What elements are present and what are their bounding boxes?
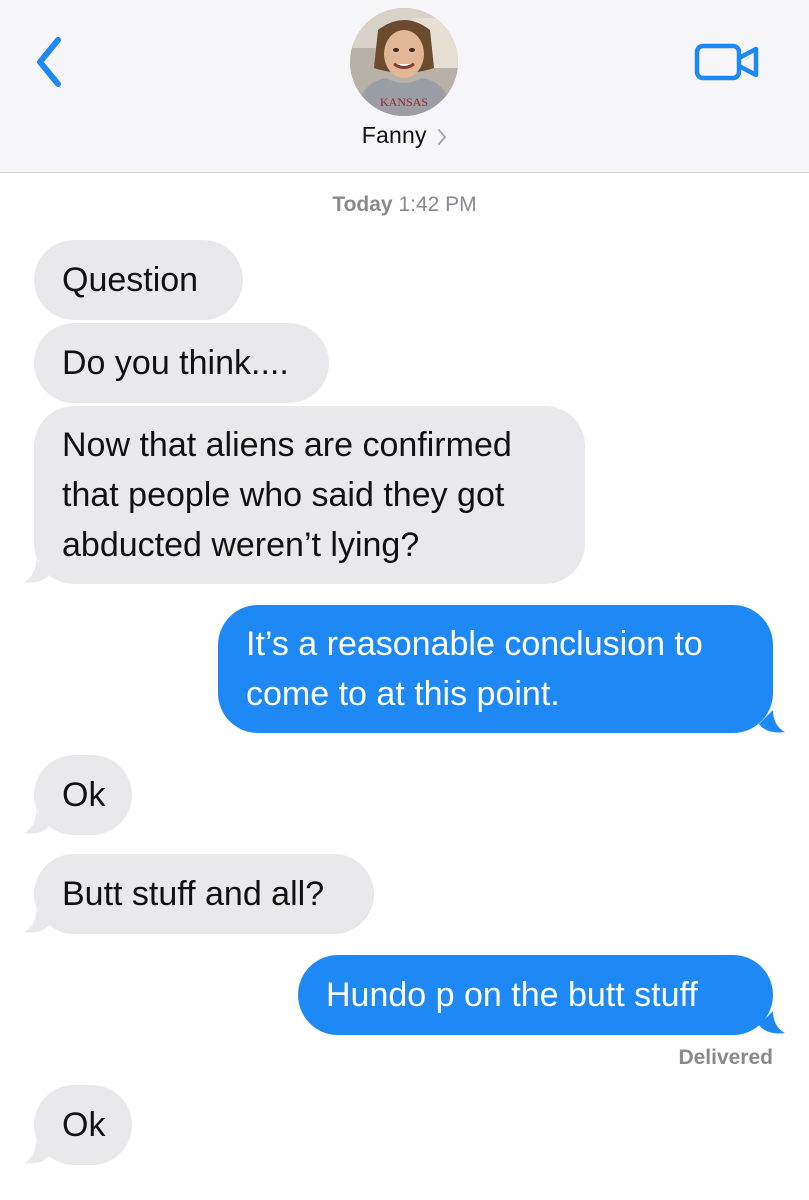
- sent-message[interactable]: It’s a reasonable conclusion to come to …: [218, 605, 773, 733]
- message-timestamp: Today 1:42 PM: [0, 193, 809, 217]
- timestamp-time: 1:42 PM: [398, 193, 477, 216]
- received-message[interactable]: Now that aliens are confirmed that peopl…: [34, 406, 585, 584]
- avatar-photo: KANSAS: [350, 8, 458, 116]
- video-call-button[interactable]: [694, 40, 762, 84]
- bubble-tail: [24, 811, 50, 834]
- bubble-tail: [759, 1011, 785, 1034]
- contact-name: Fanny: [361, 122, 427, 148]
- bubble-tail: [759, 710, 785, 733]
- navigation-header: KANSAS Fanny: [0, 0, 809, 173]
- avatar-shirt-text: KANSAS: [380, 95, 428, 109]
- received-message[interactable]: Question: [34, 240, 243, 320]
- timestamp-day: Today: [332, 193, 393, 216]
- video-camera-icon: [694, 43, 759, 81]
- received-message[interactable]: Do you think....: [34, 323, 329, 403]
- received-message[interactable]: Butt stuff and all?: [34, 854, 374, 934]
- delivery-status: Delivered: [678, 1046, 773, 1069]
- back-button[interactable]: [30, 32, 70, 92]
- bubble-tail: [24, 910, 50, 933]
- chevron-right-icon: [438, 128, 447, 145]
- bubble-tail: [24, 560, 50, 583]
- contact-name-button[interactable]: Fanny: [0, 122, 809, 149]
- avatar[interactable]: KANSAS: [350, 8, 458, 116]
- bubble-tail: [24, 1141, 50, 1164]
- sent-message[interactable]: Hundo p on the butt stuff: [298, 955, 773, 1035]
- chevron-left-icon: [37, 37, 61, 87]
